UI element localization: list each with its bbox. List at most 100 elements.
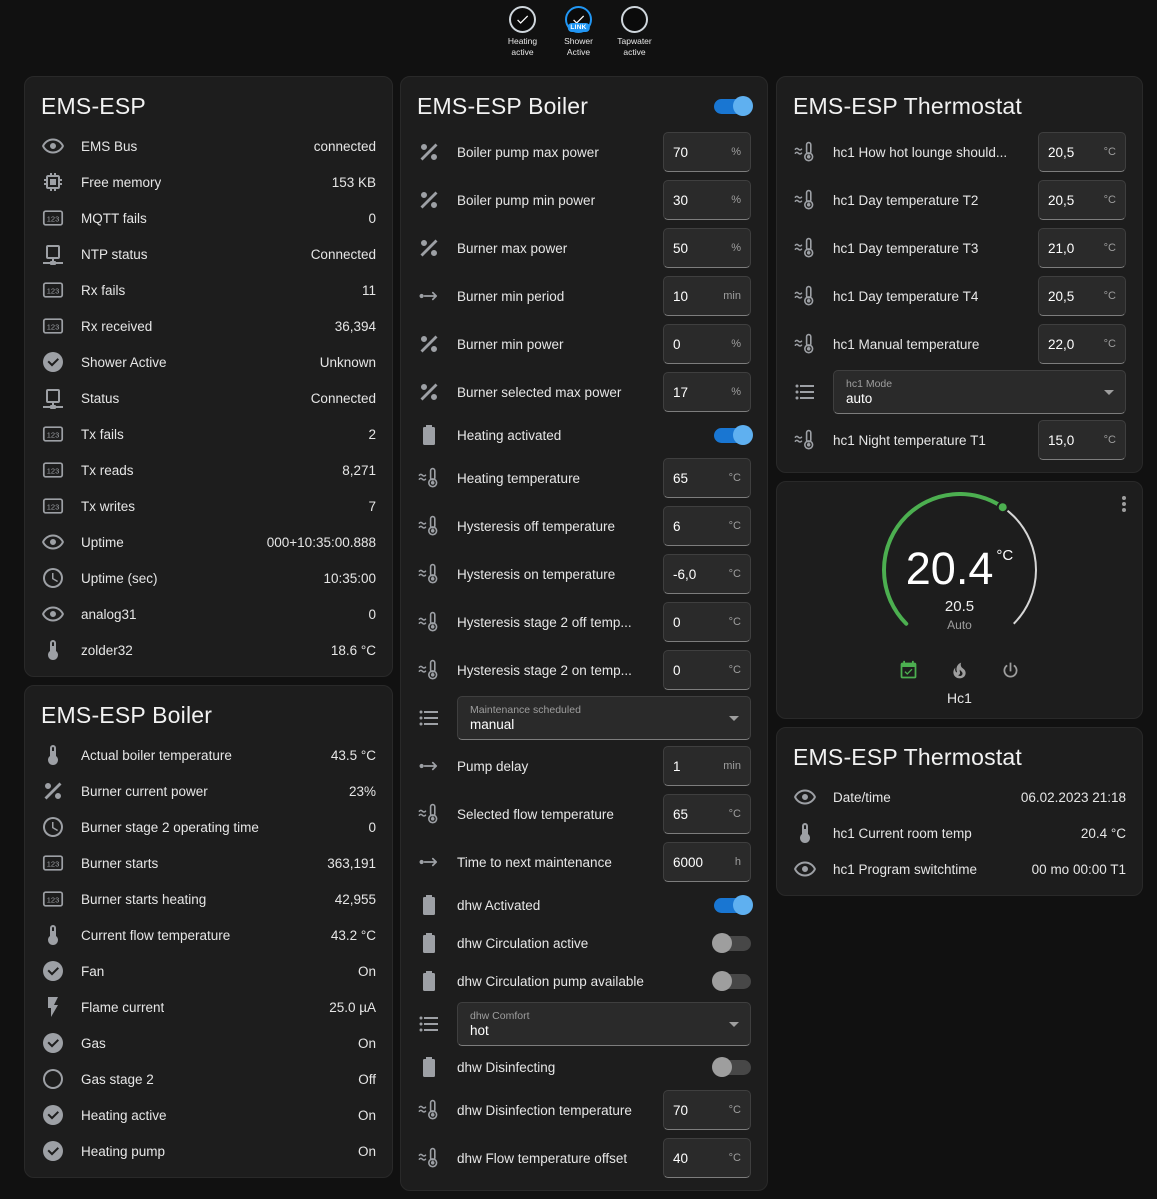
row-burner-starts[interactable]: 123Burner starts363,191 bbox=[41, 845, 376, 881]
row-actual-boiler-temperature[interactable]: Actual boiler temperature43.5 °C bbox=[41, 737, 376, 773]
number-input-hc1-night-temperature-t1[interactable]: 15,0°C bbox=[1038, 420, 1126, 460]
row-uptime[interactable]: Uptime000+10:35:00.888 bbox=[41, 524, 376, 560]
row-heating-active[interactable]: Heating activeOn bbox=[41, 1097, 376, 1133]
number-input-dhw-flow-temperature-offset[interactable]: 40°C bbox=[663, 1138, 751, 1178]
number-input-hysteresis-off-temperature[interactable]: 6°C bbox=[663, 506, 751, 546]
svg-text:123: 123 bbox=[47, 502, 60, 511]
row-fan[interactable]: FanOn bbox=[41, 953, 376, 989]
boiler-master-toggle[interactable] bbox=[714, 99, 751, 114]
number-input-burner-max-power[interactable]: 50% bbox=[663, 228, 751, 268]
row-value: 363,191 bbox=[327, 856, 376, 871]
number-unit: °C bbox=[729, 1104, 741, 1116]
network-icon bbox=[41, 242, 65, 266]
row-current-flow-temperature[interactable]: Current flow temperature43.2 °C bbox=[41, 917, 376, 953]
number-input-boiler-pump-max-power[interactable]: 70% bbox=[663, 132, 751, 172]
row-date-time[interactable]: Date/time06.02.2023 21:18 bbox=[793, 779, 1126, 815]
row-value: On bbox=[358, 1108, 376, 1123]
dial-handle[interactable] bbox=[997, 502, 1007, 512]
number-input-selected-flow-temperature[interactable]: 65°C bbox=[663, 794, 751, 834]
row-status[interactable]: StatusConnected bbox=[41, 380, 376, 416]
row-hc1-current-room-temp[interactable]: hc1 Current room temp20.4 °C bbox=[793, 815, 1126, 851]
row-gas-stage-2[interactable]: Gas stage 2Off bbox=[41, 1061, 376, 1097]
card-title: EMS-ESP Thermostat bbox=[793, 744, 1022, 771]
number-input-pump-delay[interactable]: 1min bbox=[663, 746, 751, 786]
svg-text:123: 123 bbox=[47, 286, 60, 295]
row-ems-bus[interactable]: EMS Busconnected bbox=[41, 128, 376, 164]
row-tx-reads[interactable]: 123Tx reads8,271 bbox=[41, 452, 376, 488]
number-input-heating-temperature[interactable]: 65°C bbox=[663, 458, 751, 498]
row-tx-writes[interactable]: 123Tx writes7 bbox=[41, 488, 376, 524]
row-burner-current-power[interactable]: Burner current power23% bbox=[41, 773, 376, 809]
row-rx-fails[interactable]: 123Rx fails11 bbox=[41, 272, 376, 308]
number-input-burner-selected-max-power[interactable]: 17% bbox=[663, 372, 751, 412]
row-shower-active[interactable]: Shower ActiveUnknown bbox=[41, 344, 376, 380]
toggle-heating-activated[interactable] bbox=[714, 428, 751, 443]
network-icon bbox=[41, 386, 65, 410]
status-badge-shower-active[interactable]: LINKShower Active bbox=[555, 6, 602, 58]
mode-heat-button[interactable] bbox=[949, 660, 970, 681]
row-ntp-status[interactable]: NTP statusConnected bbox=[41, 236, 376, 272]
toggle-dhw-circulation-pump-available[interactable] bbox=[714, 974, 751, 989]
clock-icon bbox=[41, 566, 65, 590]
check-circle-icon bbox=[41, 1031, 65, 1055]
number-input-hc1-day-temperature-t4[interactable]: 20,5°C bbox=[1038, 276, 1126, 316]
row-free-memory[interactable]: Free memory153 KB bbox=[41, 164, 376, 200]
number-input-hc1-day-temperature-t3[interactable]: 21,0°C bbox=[1038, 228, 1126, 268]
row-value: 000+10:35:00.888 bbox=[267, 535, 376, 550]
number-input-hysteresis-stage-2-off-temp[interactable]: 0°C bbox=[663, 602, 751, 642]
list-icon bbox=[417, 706, 441, 730]
row-gas[interactable]: GasOn bbox=[41, 1025, 376, 1061]
row-value: 7 bbox=[368, 499, 376, 514]
row-analog31[interactable]: analog310 bbox=[41, 596, 376, 632]
percent-icon bbox=[417, 236, 441, 260]
toggle-dhw-activated[interactable] bbox=[714, 898, 751, 913]
number-input-dhw-disinfection-temperature[interactable]: 70°C bbox=[663, 1090, 751, 1130]
mode-schedule-button[interactable] bbox=[898, 660, 919, 681]
target-temperature: 20.5 bbox=[793, 598, 1126, 615]
row-hc1-program-switchtime[interactable]: hc1 Program switchtime00 mo 00:00 T1 bbox=[793, 851, 1126, 887]
number-input-boiler-pump-min-power[interactable]: 30% bbox=[663, 180, 751, 220]
current-temperature-value: 20.4 bbox=[906, 543, 994, 594]
check-circle-icon bbox=[41, 1139, 65, 1163]
select-dhw-comfort[interactable]: dhw Comforthot bbox=[457, 1002, 751, 1046]
select-maintenance-scheduled[interactable]: Maintenance scheduledmanual bbox=[457, 696, 751, 740]
row-label: Burner stage 2 operating time bbox=[81, 820, 259, 835]
number-input-hc1-day-temperature-t2[interactable]: 20,5°C bbox=[1038, 180, 1126, 220]
row-heating-pump[interactable]: Heating pumpOn bbox=[41, 1133, 376, 1169]
number-input-burner-min-power[interactable]: 0% bbox=[663, 324, 751, 364]
percent-icon bbox=[417, 332, 441, 356]
row-boiler-pump-max-power: Boiler pump max power70% bbox=[417, 128, 751, 176]
toggle-dhw-disinfecting[interactable] bbox=[714, 1060, 751, 1075]
row-uptime-sec[interactable]: Uptime (sec)10:35:00 bbox=[41, 560, 376, 596]
row-label: Fan bbox=[81, 964, 104, 979]
number-input-hc1-manual-temperature[interactable]: 22,0°C bbox=[1038, 324, 1126, 364]
status-badge-tapwater-active[interactable]: Tapwater active bbox=[611, 6, 658, 58]
number-input-time-to-next-maintenance[interactable]: 6000h bbox=[663, 842, 751, 882]
card-boiler-sensors: EMS-ESP Boiler Actual boiler temperature… bbox=[24, 685, 393, 1178]
number-value: 15,0 bbox=[1048, 433, 1074, 448]
row-rx-received[interactable]: 123Rx received36,394 bbox=[41, 308, 376, 344]
number-input-hysteresis-on-temperature[interactable]: -6,0°C bbox=[663, 554, 751, 594]
number-input-hysteresis-stage-2-on-temp[interactable]: 0°C bbox=[663, 650, 751, 690]
row-label: dhw Circulation pump available bbox=[457, 974, 706, 989]
row-mqtt-fails[interactable]: 123MQTT fails0 bbox=[41, 200, 376, 236]
row-flame-current[interactable]: Flame current25.0 µA bbox=[41, 989, 376, 1025]
number-input-hc1-how-hot-lounge-should[interactable]: 20,5°C bbox=[1038, 132, 1126, 172]
row-zolder32[interactable]: zolder3218.6 °C bbox=[41, 632, 376, 668]
status-badge-heating-active[interactable]: Heating active bbox=[499, 6, 546, 58]
thermo-waves-icon bbox=[417, 610, 441, 634]
svg-text:123: 123 bbox=[47, 322, 60, 331]
row-label: Tx reads bbox=[81, 463, 134, 478]
select-hc1-mode[interactable]: hc1 Modeauto bbox=[833, 370, 1126, 414]
row-dhw-activated: dhw Activated bbox=[417, 886, 751, 924]
toggle-dhw-circulation-active[interactable] bbox=[714, 936, 751, 951]
row-burner-starts-heating[interactable]: 123Burner starts heating42,955 bbox=[41, 881, 376, 917]
row-heating-activated: Heating activated bbox=[417, 416, 751, 454]
number-input-burner-min-period[interactable]: 10min bbox=[663, 276, 751, 316]
row-tx-fails[interactable]: 123Tx fails2 bbox=[41, 416, 376, 452]
mode-off-button[interactable] bbox=[1000, 660, 1021, 681]
row-burner-stage-2-operating-time[interactable]: Burner stage 2 operating time0 bbox=[41, 809, 376, 845]
thermometer-icon bbox=[41, 743, 65, 767]
row-value: 11 bbox=[362, 283, 376, 298]
svg-text:123: 123 bbox=[47, 430, 60, 439]
